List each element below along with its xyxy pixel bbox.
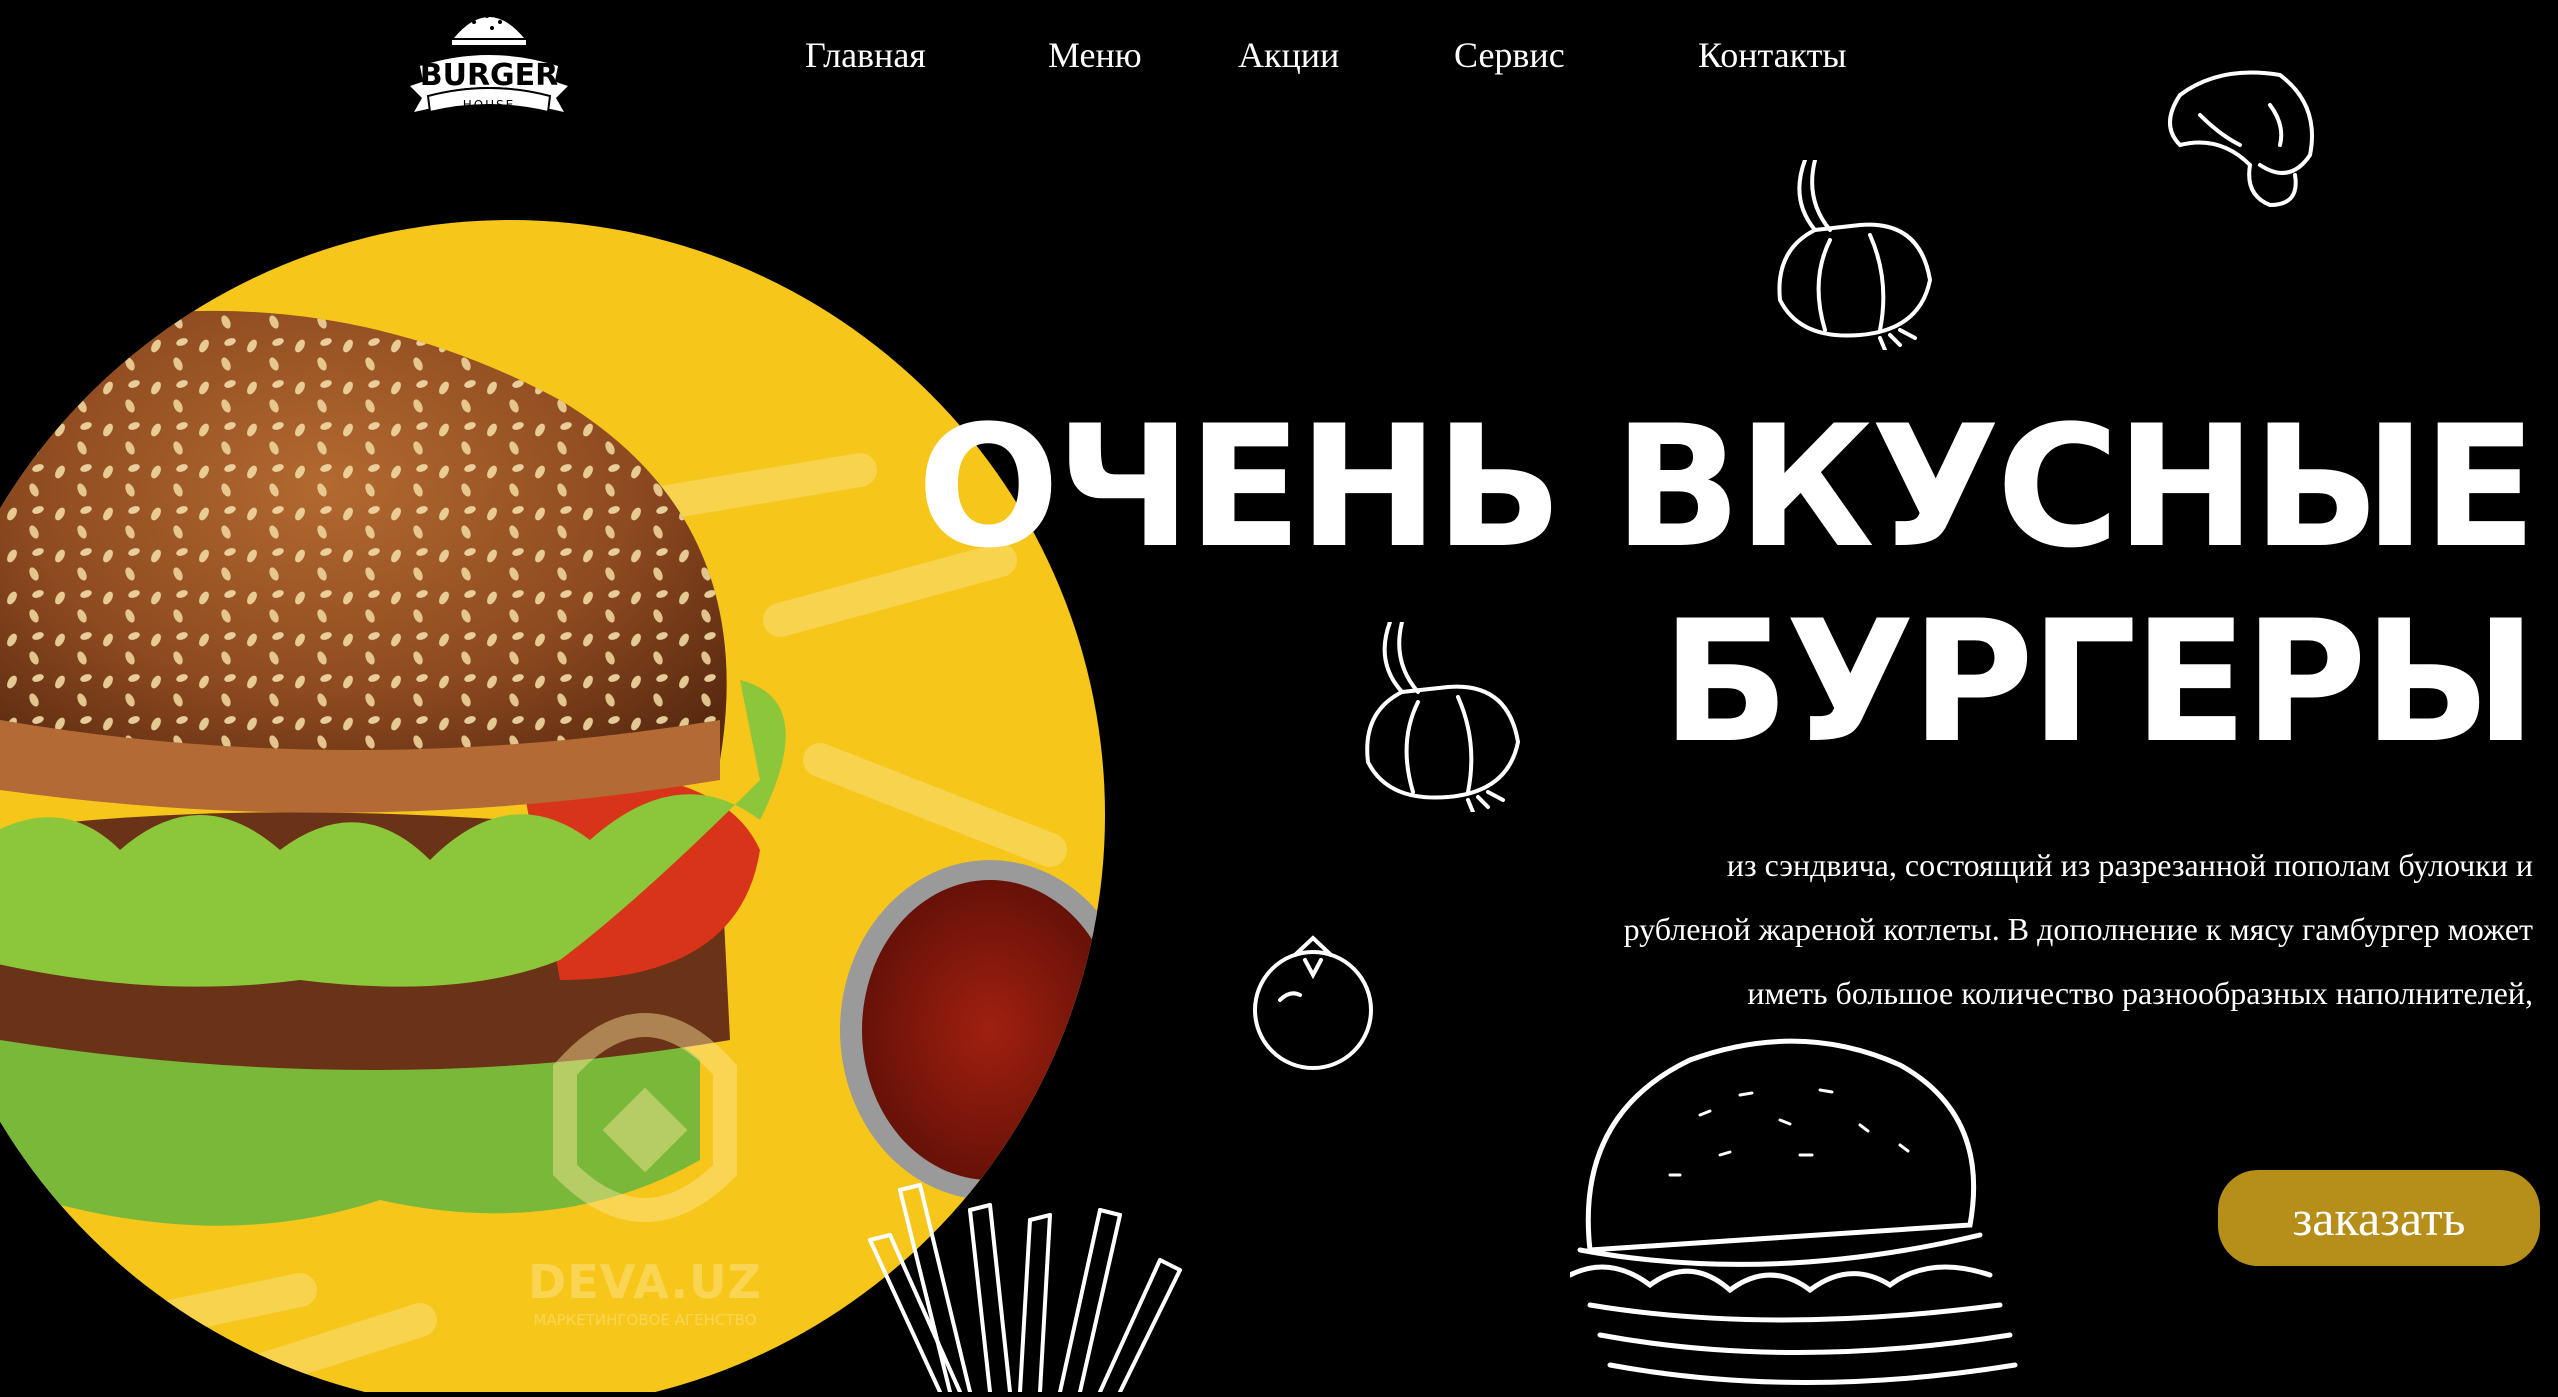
- watermark-brand: DEVA.UZ: [528, 1255, 762, 1309]
- hero-description-line: из сэндвича, состоящий из разрезанной по…: [1726, 847, 2533, 883]
- burger-sketch-icon: [1570, 1035, 2030, 1392]
- garlic-sketch-icon-2: [1360, 622, 1525, 812]
- order-button[interactable]: заказать: [2218, 1170, 2540, 1266]
- hero-title-line1: ОЧЕНЬ ВКУСНЫЕ: [916, 389, 2537, 585]
- watermark: DEVA.UZ МАРКЕТИНГОВОЕ АГЕНСТВО: [505, 1000, 785, 1329]
- garlic-sketch-icon: [1770, 160, 1935, 350]
- mushroom-sketch-icon: [2160, 65, 2325, 215]
- deva-logo-icon: [553, 1013, 737, 1222]
- nav-service[interactable]: Сервис: [1454, 34, 1565, 76]
- hero-description: из сэндвича, состоящий из разрезанной по…: [1333, 833, 2533, 1025]
- nav-promotions[interactable]: Акции: [1238, 34, 1339, 76]
- watermark-subtitle: МАРКЕТИНГОВОЕ АГЕНСТВО: [533, 1311, 757, 1329]
- hero-description-line: рубленой жареной котлеты. В дополнение к…: [1623, 911, 2533, 947]
- nav-contacts[interactable]: Контакты: [1698, 34, 1847, 76]
- fries-sketch-icon: [860, 1170, 1190, 1392]
- hero-description-line: иметь большое количество разнообразных н…: [1747, 975, 2533, 1011]
- hero-title-line2: БУРГЕРЫ: [1661, 584, 2537, 780]
